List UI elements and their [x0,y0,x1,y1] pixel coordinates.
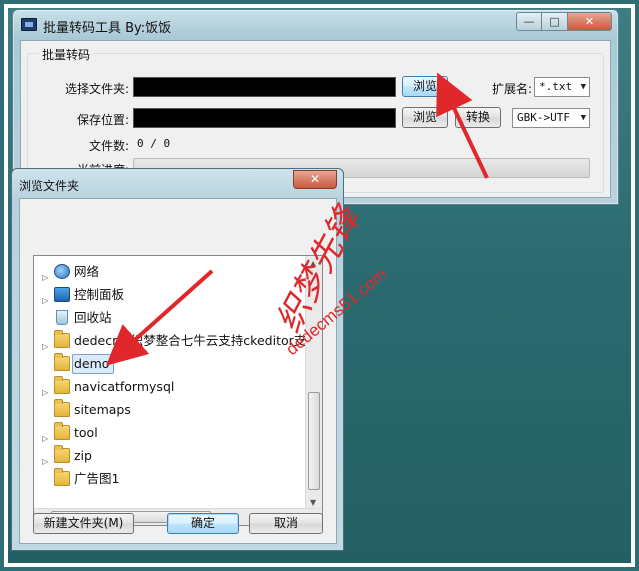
cancel-button[interactable]: 取消 [249,513,323,534]
vertical-scrollbar[interactable]: ▲ ▼ [305,256,322,510]
app-icon [21,18,37,31]
encoding-value: GBK->UTF [517,111,570,124]
folder-icon [54,330,70,348]
tree-item-label: 广告图1 [74,471,120,486]
file-count-value: 0 / 0 [137,137,171,150]
new-folder-button[interactable]: 新建文件夹(M) [33,513,134,534]
chevron-down-icon: ▼ [580,82,586,92]
tree-item-demo[interactable]: demo [34,353,308,376]
folder-icon [54,353,70,371]
tree-item-network[interactable]: ▷ 网络 [34,261,308,284]
scroll-down-icon[interactable]: ▼ [310,498,316,507]
tree-item-label: 网络 [74,264,100,279]
browse-save-button[interactable]: 浏览 [402,107,448,128]
vertical-scroll-thumb[interactable] [308,392,320,490]
tree-item-label: dedecms织梦整合七牛云支持ckeditor支持 [74,333,319,348]
file-count-label: 文件数: [88,139,129,153]
tree-item-label: demo [74,356,110,371]
save-location-field[interactable] [133,108,396,128]
tree-item-label: navicatformysql [74,379,175,394]
dialog-title: 浏览文件夹 [19,179,80,193]
dialog-client-area: ▷ 网络 ▷ 控制面板 回收站 ▷ dedecms织梦整合七牛云支持ckedit… [19,198,337,544]
tree-item-navicatformysql[interactable]: ▷ navicatformysql [34,376,308,399]
tree-item-sitemaps[interactable]: sitemaps [34,399,308,422]
caption-buttons: — □ ✕ [516,12,612,31]
tree-item-zip[interactable]: ▷ zip [34,445,308,468]
tree-item-label: zip [74,448,92,463]
dialog-close-button[interactable]: ✕ [293,170,337,189]
source-folder-field[interactable] [133,77,396,97]
tree-item-label: 控制面板 [74,287,125,302]
recycle-bin-icon [56,310,68,325]
browse-folder-dialog: 浏览文件夹 ✕ ▷ 网络 ▷ 控制面板 回收站 ▷ dedecms织梦整合七牛云… [11,168,344,551]
tree-item-control-panel[interactable]: ▷ 控制面板 [34,284,308,307]
folder-icon [54,468,70,486]
control-panel-icon [54,287,70,302]
select-folder-label: 选择文件夹: [64,82,129,96]
folder-icon [54,445,70,463]
tree-item-label: tool [74,425,98,440]
extension-label: 扩展名: [491,82,532,96]
tree-item-ad-image[interactable]: 广告图1 [34,468,308,491]
browse-source-button[interactable]: 浏览 [402,76,448,97]
folder-icon [54,422,70,440]
save-location-label: 保存位置: [76,113,129,127]
tree-item-label: sitemaps [74,402,131,417]
folder-icon [54,376,70,394]
encoding-select[interactable]: GBK->UTF ▼ [512,108,590,128]
close-button[interactable]: ✕ [568,12,612,31]
chevron-down-icon: ▼ [580,113,586,123]
maximize-button[interactable]: □ [542,12,568,31]
convert-button[interactable]: 转换 [455,107,501,128]
tree-item-tool[interactable]: ▷ tool [34,422,308,445]
scroll-up-icon[interactable]: ▲ [310,259,316,268]
extension-value: *.txt [539,80,573,93]
network-icon [54,264,70,279]
ok-button[interactable]: 确定 [167,513,239,534]
tree-item-label: 回收站 [74,310,112,325]
folder-icon [54,399,70,417]
tree-item-recycle-bin[interactable]: 回收站 [34,307,308,330]
folder-tree[interactable]: ▷ 网络 ▷ 控制面板 回收站 ▷ dedecms织梦整合七牛云支持ckedit… [33,255,323,526]
tree-item-dedecms[interactable]: ▷ dedecms织梦整合七牛云支持ckeditor支持 [34,330,319,353]
group-title: 批量转码 [39,46,94,63]
window-title: 批量转码工具 By:饭饭 [43,21,172,36]
minimize-button[interactable]: — [516,12,542,31]
extension-select[interactable]: *.txt ▼ [534,77,590,97]
